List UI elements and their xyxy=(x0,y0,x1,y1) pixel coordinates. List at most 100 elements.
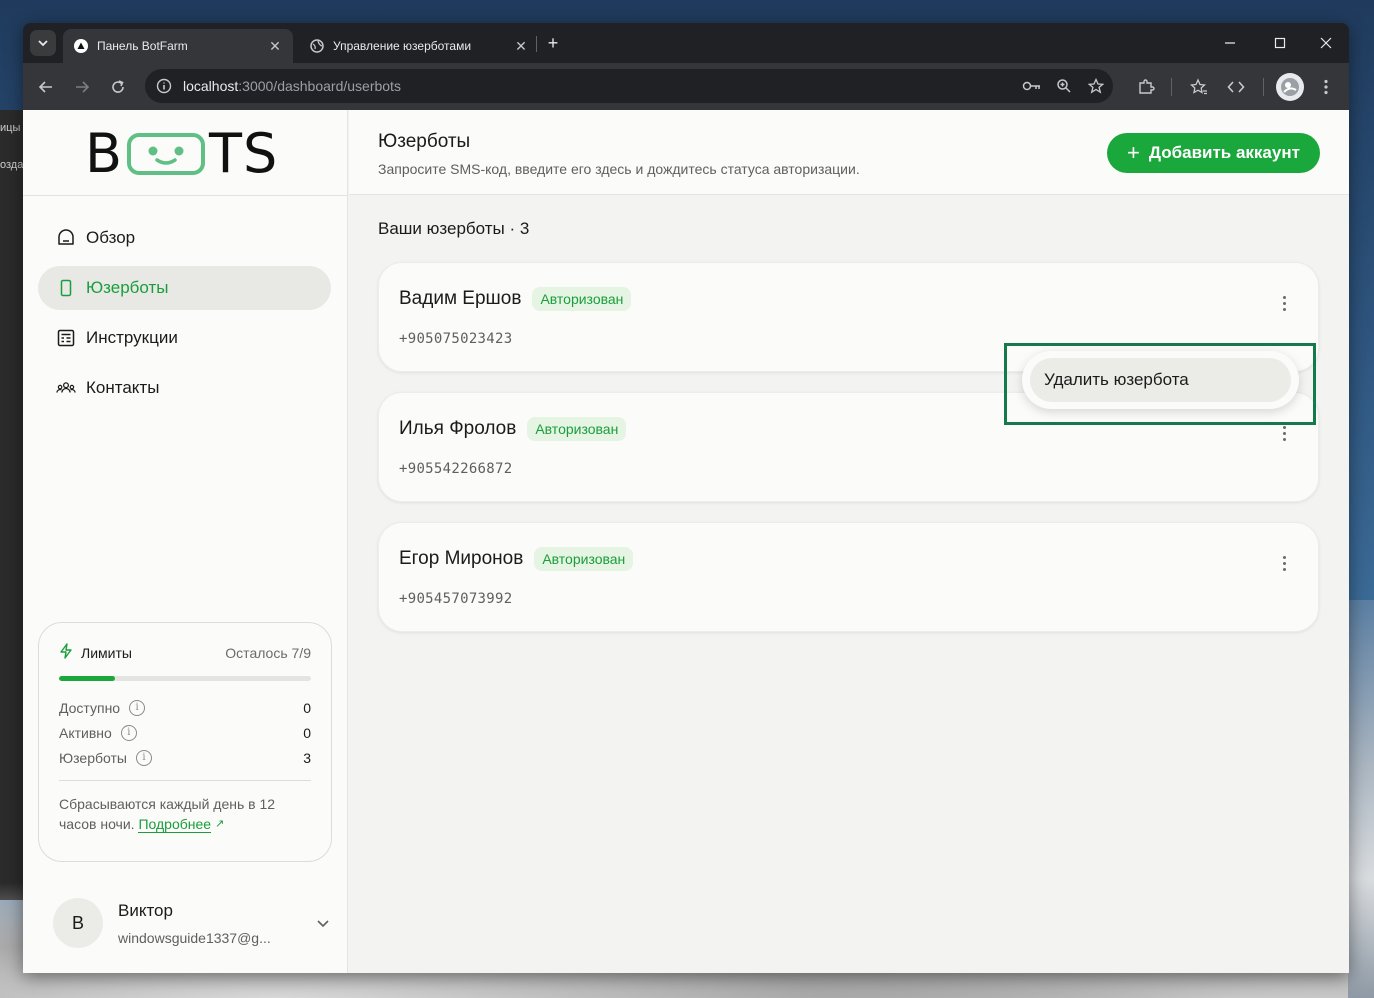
people-icon xyxy=(56,378,76,398)
sidebar-item-label: Юзерботы xyxy=(86,278,169,297)
user-profile[interactable]: В Виктор windowsguide1337@g... xyxy=(53,898,333,948)
sidebar-item-label: Обзор xyxy=(86,228,136,247)
page-subtitle: Запросите SMS-код, введите его здесь и д… xyxy=(378,161,860,177)
limits-row-label: Активно xyxy=(59,724,112,741)
minimize-icon xyxy=(1225,42,1235,44)
userbot-name: Вадим Ершов xyxy=(399,288,522,309)
limits-row-userbots: Юзерботы i 3 xyxy=(59,749,311,766)
tab-bar: Панель BotFarm ✕ Управление юзерботами ✕… xyxy=(23,23,1349,63)
document-icon xyxy=(56,328,76,348)
more-options-icon[interactable] xyxy=(1272,550,1296,576)
info-icon[interactable]: i xyxy=(135,749,152,766)
browser-toolbar: localhost:3000/dashboard/userbots xyxy=(23,63,1349,110)
bookmark-star-icon[interactable] xyxy=(1083,73,1109,99)
main-header: Юзерботы Запросите SMS-код, введите его … xyxy=(349,110,1349,195)
tab-title: Панель BotFarm xyxy=(97,39,188,53)
chevron-down-icon[interactable] xyxy=(313,918,333,928)
reload-icon xyxy=(112,80,124,93)
limits-row-value: 3 xyxy=(303,749,311,766)
userbot-phone: +905457073992 xyxy=(399,591,513,607)
sidebar-divider xyxy=(23,195,348,196)
userbot-header: Илья Фролов Авторизован xyxy=(399,417,627,441)
url-path: :3000/dashboard/userbots xyxy=(238,78,401,94)
tab-botfarm-panel[interactable]: Панель BotFarm ✕ xyxy=(63,29,293,63)
toolbar-separator xyxy=(1171,78,1172,96)
overview-icon xyxy=(56,228,76,248)
userbot-name: Илья Фролов xyxy=(399,418,517,439)
site-info-icon[interactable] xyxy=(149,71,179,101)
star-list-icon xyxy=(1190,78,1207,95)
minimize-button[interactable] xyxy=(1216,31,1244,55)
more-options-icon[interactable] xyxy=(1272,290,1296,316)
profile-icon xyxy=(1281,78,1299,96)
app-logo[interactable]: B TS xyxy=(85,126,278,182)
tab-separator xyxy=(536,36,537,52)
forward-button[interactable] xyxy=(69,74,95,100)
userbot-name: Егор Миронов xyxy=(399,548,524,569)
userbots-list-title: Ваши юзерботы · 3 xyxy=(378,219,530,238)
new-tab-button[interactable]: + xyxy=(542,32,564,54)
browser-menu-button[interactable] xyxy=(1313,74,1339,100)
tab-userbot-management[interactable]: Управление юзерботами ✕ xyxy=(299,29,539,63)
password-key-icon[interactable] xyxy=(1019,73,1045,99)
phone-icon xyxy=(56,278,76,298)
delete-userbot-menu-item[interactable]: Удалить юзербота xyxy=(1030,358,1291,402)
user-name: Виктор xyxy=(118,900,173,920)
arrow-right-icon xyxy=(76,81,90,93)
sidebar-item-instructions[interactable]: Инструкции xyxy=(38,316,331,360)
page-title: Юзерботы xyxy=(378,131,471,152)
sidebar-item-userbots[interactable]: Юзерботы xyxy=(38,266,331,310)
userbot-card[interactable]: Егор Миронов Авторизован +905457073992 xyxy=(378,522,1319,632)
sidebar-item-overview[interactable]: Обзор xyxy=(38,216,331,260)
app-page: B TS Обзор Юзерботы Инструкции Контакты … xyxy=(23,110,1349,973)
limits-progress-bar xyxy=(59,676,311,681)
sidebar-item-contacts[interactable]: Контакты xyxy=(38,366,331,410)
maximize-button[interactable] xyxy=(1266,31,1294,55)
url-host: localhost xyxy=(183,78,239,94)
limits-panel: Лимиты Осталось 7/9 Доступно i 0 Активно… xyxy=(38,622,332,862)
info-icon[interactable]: i xyxy=(120,724,137,741)
sidebar-item-label: Контакты xyxy=(86,378,160,397)
limits-progress-fill xyxy=(59,676,115,681)
devtools-button[interactable] xyxy=(1223,74,1249,100)
background-window: ицы озда xyxy=(0,110,23,900)
profile-avatar[interactable] xyxy=(1276,73,1304,101)
background-text-fragment: озда xyxy=(0,159,23,171)
url-text: localhost:3000/dashboard/userbots xyxy=(183,78,401,94)
limits-note: Сбрасываются каждый день в 12 часов ночи… xyxy=(59,794,311,834)
close-icon[interactable]: ✕ xyxy=(513,38,529,54)
window-close-button[interactable] xyxy=(1312,31,1340,55)
zoom-icon[interactable] xyxy=(1051,73,1077,99)
toolbar-separator xyxy=(1263,78,1264,96)
sidebar: B TS Обзор Юзерботы Инструкции Контакты … xyxy=(23,110,348,973)
back-button[interactable] xyxy=(33,74,59,100)
reload-button[interactable] xyxy=(105,74,131,100)
sidebar-item-label: Инструкции xyxy=(86,328,178,347)
browser-window: Панель BotFarm ✕ Управление юзерботами ✕… xyxy=(23,23,1349,973)
lightning-icon xyxy=(59,643,73,662)
limits-header: Лимиты Осталось 7/9 xyxy=(59,643,311,662)
plus-icon: + xyxy=(1127,140,1140,165)
external-link-icon: ↗ xyxy=(214,818,225,830)
status-badge: Авторизован xyxy=(534,547,634,571)
bookmarks-button[interactable] xyxy=(1186,74,1212,100)
desktop-wallpaper-edge xyxy=(1348,600,1374,998)
chevron-down-icon xyxy=(38,40,48,47)
robot-face-icon xyxy=(127,133,206,175)
limits-row-available: Доступно i 0 xyxy=(59,699,311,716)
extensions-button[interactable] xyxy=(1133,74,1159,100)
maximize-icon xyxy=(1274,37,1286,49)
puzzle-icon xyxy=(1139,79,1155,94)
more-link[interactable]: Подробнее xyxy=(138,816,212,833)
userbot-context-menu: Удалить юзербота xyxy=(1022,351,1299,409)
info-icon[interactable]: i xyxy=(129,699,146,716)
close-icon[interactable]: ✕ xyxy=(267,38,283,54)
address-bar[interactable]: localhost:3000/dashboard/userbots xyxy=(145,69,1113,103)
tab-search-button[interactable] xyxy=(30,30,56,56)
close-icon xyxy=(1320,37,1332,49)
limits-remaining: Осталось 7/9 xyxy=(225,644,311,661)
add-account-button[interactable]: + Добавить аккаунт xyxy=(1107,133,1320,173)
limits-row-value: 0 xyxy=(303,699,311,716)
arrow-left-icon xyxy=(38,81,52,93)
limits-row-label: Доступно xyxy=(59,699,121,716)
